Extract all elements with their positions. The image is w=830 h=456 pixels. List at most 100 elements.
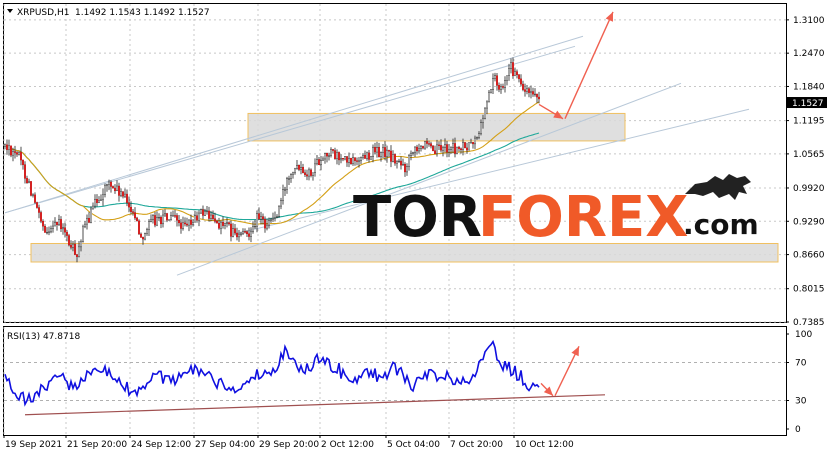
candle-body bbox=[510, 62, 513, 69]
candle-body bbox=[85, 218, 88, 225]
candle-body bbox=[52, 225, 55, 229]
candle-body bbox=[450, 147, 453, 150]
candle-body bbox=[163, 213, 166, 216]
candle-body bbox=[48, 231, 51, 233]
candle-body bbox=[402, 164, 405, 166]
candle-body bbox=[107, 181, 110, 185]
candle-body bbox=[65, 231, 68, 236]
candle-body bbox=[229, 223, 232, 237]
candle-body bbox=[298, 165, 301, 170]
candle-body bbox=[502, 86, 505, 88]
candle-body bbox=[326, 153, 329, 157]
candle-body bbox=[388, 150, 391, 152]
candle-body bbox=[270, 218, 273, 221]
candle-body bbox=[44, 225, 47, 233]
candle-body bbox=[386, 150, 389, 157]
candle-body bbox=[328, 155, 331, 157]
candle-body bbox=[366, 152, 369, 159]
candle-body bbox=[292, 172, 295, 175]
candle-body bbox=[215, 221, 218, 224]
candle-body bbox=[256, 213, 259, 227]
candle-body bbox=[316, 159, 319, 165]
candle-body bbox=[247, 233, 250, 237]
candle-body bbox=[538, 96, 541, 100]
candle-body bbox=[103, 185, 106, 195]
candle-body bbox=[374, 146, 377, 153]
time-tick-label: 24 Sep 12:00 bbox=[131, 440, 191, 450]
candle-body bbox=[368, 152, 371, 160]
candle-body bbox=[71, 243, 74, 248]
candle-body bbox=[394, 154, 397, 164]
candle-body bbox=[340, 158, 343, 161]
candle-body bbox=[390, 150, 393, 162]
rsi-tick-label: 70 bbox=[795, 359, 807, 369]
candle-body bbox=[460, 148, 463, 151]
candle-body bbox=[496, 75, 499, 86]
rsi-axis: 100 70 30 0 bbox=[786, 330, 812, 435]
candle-body bbox=[30, 181, 33, 196]
candle-body bbox=[91, 205, 94, 210]
candle-body bbox=[520, 78, 523, 85]
price-tick-label: 0.8015 bbox=[793, 285, 825, 295]
rsi-panel-frame bbox=[3, 326, 787, 436]
candle-body bbox=[99, 199, 102, 201]
candle-body bbox=[528, 88, 531, 93]
time-tick-label: 29 Sep 20:00 bbox=[259, 440, 319, 450]
time-tick-label: 7 Oct 20:00 bbox=[450, 440, 503, 450]
candle-body bbox=[211, 214, 214, 219]
candle-body bbox=[406, 166, 409, 173]
candle-body bbox=[223, 223, 226, 226]
candle-body bbox=[97, 200, 100, 203]
candle-body bbox=[322, 158, 325, 161]
candle-body bbox=[516, 71, 519, 76]
candle-body bbox=[155, 217, 158, 226]
candle-body bbox=[67, 235, 70, 246]
candle-body bbox=[181, 222, 184, 229]
candle-body bbox=[111, 186, 114, 189]
candle-body bbox=[408, 155, 411, 167]
candle-body bbox=[22, 159, 25, 165]
candle-body bbox=[36, 202, 39, 208]
candle-body bbox=[239, 233, 242, 235]
candle-body bbox=[442, 147, 445, 151]
candle-body bbox=[468, 142, 471, 151]
candle-body bbox=[278, 205, 281, 217]
candle-body bbox=[101, 194, 104, 201]
candle-body bbox=[241, 231, 244, 235]
candle-body bbox=[434, 150, 437, 154]
candle-body bbox=[185, 223, 188, 226]
candle-body bbox=[217, 222, 220, 229]
candle-body bbox=[195, 215, 198, 221]
candle-body bbox=[286, 178, 289, 190]
candle-body bbox=[458, 146, 461, 149]
candle-body bbox=[167, 219, 170, 221]
candle-body bbox=[428, 143, 431, 145]
price-tick-label: 0.7385 bbox=[793, 318, 825, 328]
candle-body bbox=[506, 75, 509, 81]
price-axis: 1.3100 1.2470 1.1840 1.1195 1.0565 0.9920 0.92… bbox=[786, 16, 825, 328]
candle-body bbox=[416, 146, 419, 152]
candle-body bbox=[378, 147, 381, 157]
candle-body bbox=[290, 174, 293, 179]
candle-body bbox=[175, 215, 178, 221]
candle-body bbox=[472, 142, 475, 145]
candle-body bbox=[330, 149, 333, 156]
candle-body bbox=[26, 178, 29, 184]
rsi-tick-label: 100 bbox=[795, 330, 812, 340]
candle-body bbox=[145, 229, 148, 234]
candle-body bbox=[60, 219, 63, 230]
candle-body bbox=[296, 165, 299, 170]
candle-body bbox=[464, 142, 467, 149]
candle-body bbox=[456, 146, 459, 154]
candle-body bbox=[462, 142, 465, 151]
candle-body bbox=[446, 144, 449, 153]
candle-body bbox=[133, 212, 136, 219]
candle-body bbox=[81, 226, 84, 242]
time-tick-label: 27 Sep 04:00 bbox=[195, 440, 255, 450]
rsi-tick-label: 30 bbox=[795, 397, 807, 407]
candle-body bbox=[534, 93, 537, 96]
candle-body bbox=[268, 220, 271, 226]
candle-body bbox=[422, 146, 425, 149]
candle-body bbox=[432, 145, 435, 151]
candle-body bbox=[157, 217, 160, 219]
